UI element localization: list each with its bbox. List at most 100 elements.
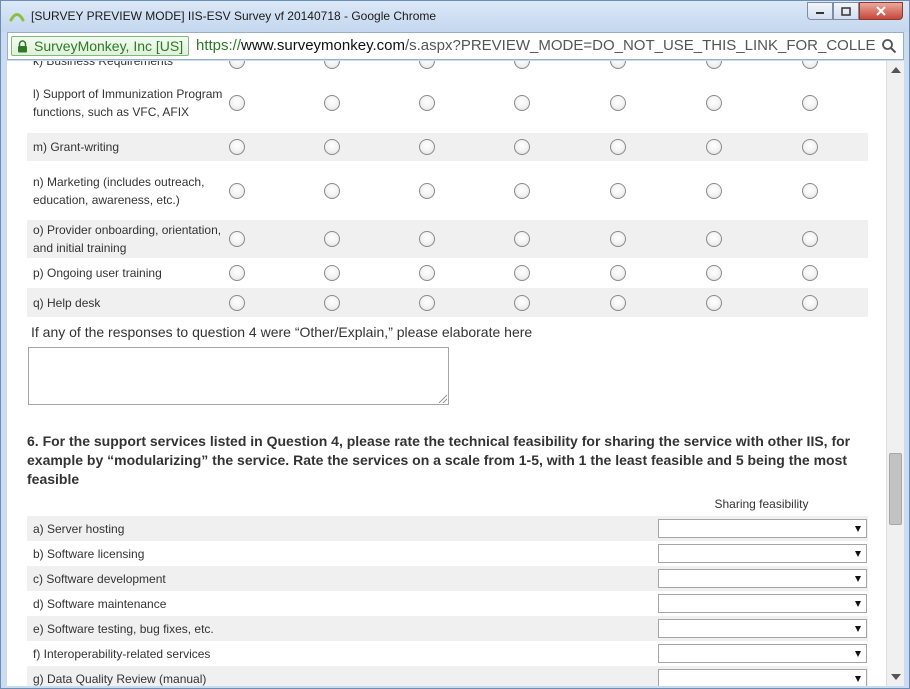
scroll-down-arrow-icon[interactable] <box>891 674 901 680</box>
radio-button[interactable] <box>610 294 626 311</box>
feasibility-select[interactable] <box>658 619 867 638</box>
radio-button[interactable] <box>802 182 818 199</box>
address-bar[interactable]: SurveyMonkey, Inc [US] https://www.surve… <box>7 32 904 60</box>
url-path: /s.aspx?PREVIEW_MODE=DO_NOT_USE_THIS_LIN… <box>404 37 876 54</box>
dropdown-arrow-icon <box>855 526 861 532</box>
radio-button[interactable] <box>706 182 722 199</box>
radio-button[interactable] <box>514 139 530 155</box>
radio-button[interactable] <box>802 294 818 311</box>
dropdown-arrow-icon <box>855 676 861 682</box>
url-text[interactable]: https://www.surveymonkey.com/s.aspx?PREV… <box>196 37 876 54</box>
radio-button[interactable] <box>610 139 626 155</box>
feasibility-row: b) Software licensing <box>27 541 868 566</box>
radio-button[interactable] <box>802 61 818 69</box>
feasibility-select[interactable] <box>658 519 867 538</box>
radio-button[interactable] <box>324 265 340 281</box>
radio-button[interactable] <box>229 294 245 311</box>
dropdown-arrow-icon <box>855 651 861 657</box>
feasibility-select[interactable] <box>658 544 867 563</box>
feasibility-row-label: g) Data Quality Review (manual) <box>33 671 207 686</box>
feasibility-select[interactable] <box>658 644 867 663</box>
feasibility-row-label: e) Software testing, bug fixes, etc. <box>33 621 214 636</box>
radio-button[interactable] <box>706 294 722 311</box>
radio-button[interactable] <box>514 95 530 111</box>
radio-button[interactable] <box>419 182 435 199</box>
radio-button[interactable] <box>514 294 530 311</box>
radio-button[interactable] <box>324 294 340 311</box>
grid-row-label: q) Help desk <box>33 295 101 310</box>
feasibility-row-label: c) Software development <box>33 571 166 586</box>
radio-button[interactable] <box>802 265 818 281</box>
feasibility-select[interactable] <box>658 569 867 588</box>
minimize-button[interactable] <box>807 2 833 20</box>
feasibility-row: d) Software maintenance <box>27 591 868 616</box>
feasibility-row-label: b) Software licensing <box>33 546 145 561</box>
radio-button[interactable] <box>324 95 340 111</box>
radio-button[interactable] <box>419 231 435 247</box>
radio-button[interactable] <box>324 61 340 69</box>
radio-button[interactable] <box>229 182 245 199</box>
radio-button[interactable] <box>324 231 340 247</box>
radio-button[interactable] <box>706 265 722 281</box>
radio-button[interactable] <box>610 265 626 281</box>
grid-row: n) Marketing (includes outreach, educati… <box>27 161 868 220</box>
radio-button[interactable] <box>324 139 340 155</box>
radio-button[interactable] <box>419 265 435 281</box>
maximize-icon <box>841 6 851 16</box>
radio-button[interactable] <box>610 95 626 111</box>
grid-row: k) Business Requirements <box>27 61 868 71</box>
radio-button[interactable] <box>229 95 245 111</box>
radio-button[interactable] <box>419 294 435 311</box>
resize-grip-icon[interactable] <box>439 395 447 403</box>
page-viewport: k) Business Requirements l) Support of Im… <box>7 61 886 686</box>
radio-button[interactable] <box>610 231 626 247</box>
grid-row: p) Ongoing user training <box>27 258 868 288</box>
ev-certificate-label: SurveyMonkey, Inc [US] <box>34 38 184 54</box>
radio-button[interactable] <box>802 95 818 111</box>
dropdown-arrow-icon <box>855 576 861 582</box>
radio-button[interactable] <box>610 182 626 199</box>
radio-button[interactable] <box>229 265 245 281</box>
window-controls <box>807 2 903 20</box>
elaborate-textarea[interactable] <box>28 347 449 405</box>
ev-certificate-badge[interactable]: SurveyMonkey, Inc [US] <box>11 36 190 56</box>
radio-button[interactable] <box>229 231 245 247</box>
radio-button[interactable] <box>229 139 245 155</box>
magnifier-icon[interactable] <box>881 38 897 54</box>
minimize-icon <box>816 12 824 14</box>
question-6-text: 6. For the support services listed in Qu… <box>27 433 851 487</box>
feasibility-select[interactable] <box>658 669 867 686</box>
radio-button[interactable] <box>324 182 340 199</box>
grid-row-label: n) Marketing (includes outreach, educati… <box>33 174 205 207</box>
radio-button[interactable] <box>706 95 722 111</box>
radio-button[interactable] <box>706 139 722 155</box>
elaborate-label: If any of the responses to question 4 we… <box>31 324 533 340</box>
feasibility-row: a) Server hosting <box>27 516 868 541</box>
radio-button[interactable] <box>229 61 245 69</box>
radio-button[interactable] <box>514 182 530 199</box>
radio-button[interactable] <box>419 61 435 69</box>
radio-button[interactable] <box>514 265 530 281</box>
feasibility-row-label: f) Interoperability-related services <box>33 646 211 661</box>
radio-button[interactable] <box>706 61 722 69</box>
grid-row: l) Support of Immunization Program funct… <box>27 73 868 133</box>
vertical-scrollbar[interactable] <box>886 61 904 686</box>
close-button[interactable] <box>859 2 903 20</box>
radio-button[interactable] <box>610 61 626 69</box>
radio-button[interactable] <box>802 139 818 155</box>
close-icon <box>876 6 886 16</box>
radio-button[interactable] <box>706 231 722 247</box>
feasibility-row-label: d) Software maintenance <box>33 596 167 611</box>
radio-button[interactable] <box>802 231 818 247</box>
radio-button[interactable] <box>514 231 530 247</box>
maximize-button[interactable] <box>833 2 859 20</box>
grid-row-label: o) Provider onboarding, orientation, and… <box>33 223 222 255</box>
radio-button[interactable] <box>514 61 530 69</box>
feasibility-select[interactable] <box>658 594 867 613</box>
radio-button[interactable] <box>419 139 435 155</box>
radio-button[interactable] <box>419 95 435 111</box>
scrollbar-thumb[interactable] <box>889 453 902 525</box>
grid-row-label: l) Support of Immunization Program funct… <box>33 87 223 119</box>
scroll-up-arrow-icon[interactable] <box>891 67 901 73</box>
url-scheme: https:// <box>196 37 242 54</box>
